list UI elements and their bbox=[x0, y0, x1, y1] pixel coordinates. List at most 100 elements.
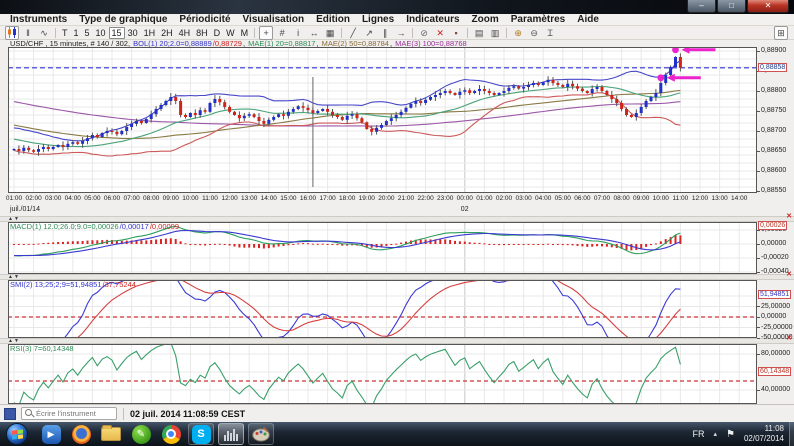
menu-item-type-de-graphique[interactable]: Type de graphique bbox=[73, 14, 173, 25]
timeframe-d-button[interactable]: D bbox=[211, 27, 224, 39]
taskbar-date: 02/07/2014 bbox=[743, 434, 784, 443]
price-axis-tick: 0,88550 bbox=[756, 187, 787, 194]
language-indicator[interactable]: FR bbox=[692, 429, 704, 439]
timeframe-m-button[interactable]: M bbox=[238, 27, 252, 39]
grid-tool-icon[interactable]: # bbox=[275, 26, 289, 40]
menu-item-instruments[interactable]: Instruments bbox=[4, 14, 73, 25]
arrow-line-tool-icon[interactable]: ↗ bbox=[362, 26, 376, 40]
page-preview-icon[interactable]: ▥ bbox=[488, 26, 502, 40]
paint-app-icon[interactable] bbox=[248, 423, 274, 445]
menu-item-periodicite[interactable]: Périodicité bbox=[173, 14, 236, 25]
media-player-icon[interactable]: ▶ bbox=[38, 423, 64, 445]
taskbar-clock[interactable]: 11:08 02/07/2014 bbox=[744, 424, 784, 444]
macd-axis-tick: -0,00020 bbox=[757, 254, 789, 261]
search-input[interactable] bbox=[36, 409, 113, 418]
start-button[interactable] bbox=[6, 423, 28, 445]
close-button[interactable]: ✕ bbox=[747, 0, 789, 13]
price-axis-tick: 0,88750 bbox=[756, 107, 787, 114]
date-label-day2: 02 bbox=[460, 206, 469, 213]
hidden-icons-chevron[interactable]: ▴ bbox=[713, 430, 717, 438]
eraser-tool-icon[interactable]: ⊘ bbox=[417, 26, 431, 40]
toolbar-separator bbox=[55, 27, 56, 38]
window-titlebar: – □ ✕ bbox=[0, 0, 794, 14]
show-desktop-button[interactable] bbox=[789, 422, 794, 446]
delete-last-drawing-icon[interactable]: ▪ bbox=[449, 26, 463, 40]
timeframe-5-button[interactable]: 5 bbox=[82, 27, 93, 39]
timeframe-w-button[interactable]: W bbox=[223, 27, 238, 39]
layout-window-button-icon[interactable]: ⊞ bbox=[774, 25, 788, 40]
toolbar: ‖ ∿ T 1 5 10 15 30 1H 2H 4H 8H D W M + # i ↔ ▦ ╱ ↗ ∥ → ⊘ ✕ ▪ ▤ ▥ ⊕ ⊖ Ɪ ⊞ bbox=[0, 25, 794, 40]
zoom-out-tool-icon[interactable]: ⊖ bbox=[527, 26, 541, 40]
timeframe-2h-button[interactable]: 2H bbox=[158, 27, 176, 39]
taskbar-time: 11:08 bbox=[764, 424, 784, 433]
ray-tool-icon[interactable]: → bbox=[394, 26, 408, 40]
green-pen-app-icon[interactable]: ✎ bbox=[128, 423, 154, 445]
taskbar-apps: ▶ ✎ S bbox=[36, 423, 276, 445]
pointer-tool-icon[interactable]: i bbox=[291, 26, 305, 40]
smi-current-box: 51,94851 bbox=[758, 290, 792, 300]
text-tool-icon[interactable]: Ɪ bbox=[543, 26, 557, 40]
pan-tool-icon[interactable]: ↔ bbox=[307, 26, 321, 40]
search-icon bbox=[25, 409, 34, 418]
smi-axis-tick: 0,00000 bbox=[756, 313, 787, 320]
price-axis-tick: 0,88800 bbox=[756, 87, 787, 94]
price-axis-tick: 0,88900 bbox=[756, 47, 787, 54]
rsi-label: RSI(3) 7=60,14348 bbox=[10, 344, 74, 353]
skype-icon[interactable]: S bbox=[188, 423, 214, 445]
close-indicator-icon[interactable]: ✕ bbox=[785, 271, 793, 279]
close-indicator-icon[interactable]: ✕ bbox=[785, 213, 793, 221]
macd-label: MACD(1) 12.0;26.0;9.0=0,00026/0,00017/0,… bbox=[10, 222, 180, 231]
price-axis-tick: 0,88600 bbox=[756, 167, 787, 174]
menu-item-zoom[interactable]: Zoom bbox=[466, 14, 505, 25]
menu-item-visualisation[interactable]: Visualisation bbox=[237, 14, 311, 25]
status-bar: 02 juil. 2014 11:08:59 CEST bbox=[0, 404, 794, 422]
trendline-tool-icon[interactable]: ╱ bbox=[346, 26, 360, 40]
status-separator bbox=[123, 407, 124, 420]
rsi-panel[interactable] bbox=[8, 344, 757, 404]
menu-item-parametres[interactable]: Paramètres bbox=[505, 14, 571, 25]
indicator-window-tool-icon[interactable]: ▦ bbox=[323, 26, 337, 40]
bar-chart-type-icon[interactable]: ‖ bbox=[21, 26, 35, 40]
time-axis-label: 14:00 bbox=[731, 195, 748, 202]
toolbar-separator bbox=[254, 27, 256, 38]
timeframe-15-button[interactable]: 15 bbox=[108, 26, 125, 39]
windows-flag-icon bbox=[12, 429, 23, 440]
maximize-button[interactable]: □ bbox=[717, 0, 746, 13]
trading-app-icon[interactable] bbox=[218, 423, 244, 445]
menu-item-edition[interactable]: Edition bbox=[310, 14, 356, 25]
candlestick-chart-type-icon[interactable] bbox=[5, 25, 19, 40]
explorer-icon[interactable] bbox=[98, 423, 124, 445]
timeframe-t-button[interactable]: T bbox=[59, 27, 71, 39]
date-label-day1: juil./01/14 bbox=[10, 206, 40, 213]
rsi-axis-tick: 80,00000 bbox=[756, 350, 791, 357]
instrument-search-box[interactable] bbox=[21, 407, 117, 420]
timeframe-4h-button[interactable]: 4H bbox=[176, 27, 194, 39]
print-chart-icon[interactable]: ▤ bbox=[472, 26, 486, 40]
menu-item-aide[interactable]: Aide bbox=[571, 14, 605, 25]
main-price-chart[interactable] bbox=[8, 47, 757, 193]
delete-all-drawings-icon[interactable]: ✕ bbox=[433, 26, 447, 40]
timeframe-1h-button[interactable]: 1H bbox=[141, 27, 159, 39]
price-axis-tick: 0,88650 bbox=[756, 147, 787, 154]
timeframe-1-button[interactable]: 1 bbox=[71, 27, 82, 39]
windows-taskbar: ▶ ✎ S FR ▴ ⚑ 11:08 02/07/2014 bbox=[0, 422, 794, 446]
chrome-icon[interactable] bbox=[158, 423, 184, 445]
current-price-box: 0,88858 bbox=[758, 62, 788, 72]
crosshair-tool-icon[interactable]: + bbox=[259, 25, 274, 40]
timeframe-8h-button[interactable]: 8H bbox=[193, 27, 211, 39]
firefox-icon[interactable] bbox=[68, 423, 94, 445]
minimize-button[interactable]: – bbox=[687, 0, 716, 13]
parallel-channel-tool-icon[interactable]: ∥ bbox=[378, 26, 392, 40]
main-chart-label: USD/CHF , 15 minutes, # 140 / 302, BOL(1… bbox=[10, 39, 467, 48]
system-tray: FR ▴ ⚑ 11:08 02/07/2014 bbox=[692, 424, 794, 444]
smi-axis-tick: 25,00000 bbox=[756, 302, 791, 310]
timeframe-30-button[interactable]: 30 bbox=[125, 27, 141, 39]
line-chart-type-icon[interactable]: ∿ bbox=[37, 26, 51, 40]
menu-item-lignes[interactable]: Lignes bbox=[356, 14, 400, 25]
close-indicator-icon[interactable]: ✕ bbox=[785, 335, 793, 343]
zoom-in-tool-icon[interactable]: ⊕ bbox=[511, 26, 525, 40]
menu-item-indicateurs[interactable]: Indicateurs bbox=[400, 14, 465, 25]
action-center-flag-icon[interactable]: ⚑ bbox=[726, 429, 735, 440]
timeframe-10-button[interactable]: 10 bbox=[93, 27, 109, 39]
toolbar-separator bbox=[467, 27, 469, 38]
